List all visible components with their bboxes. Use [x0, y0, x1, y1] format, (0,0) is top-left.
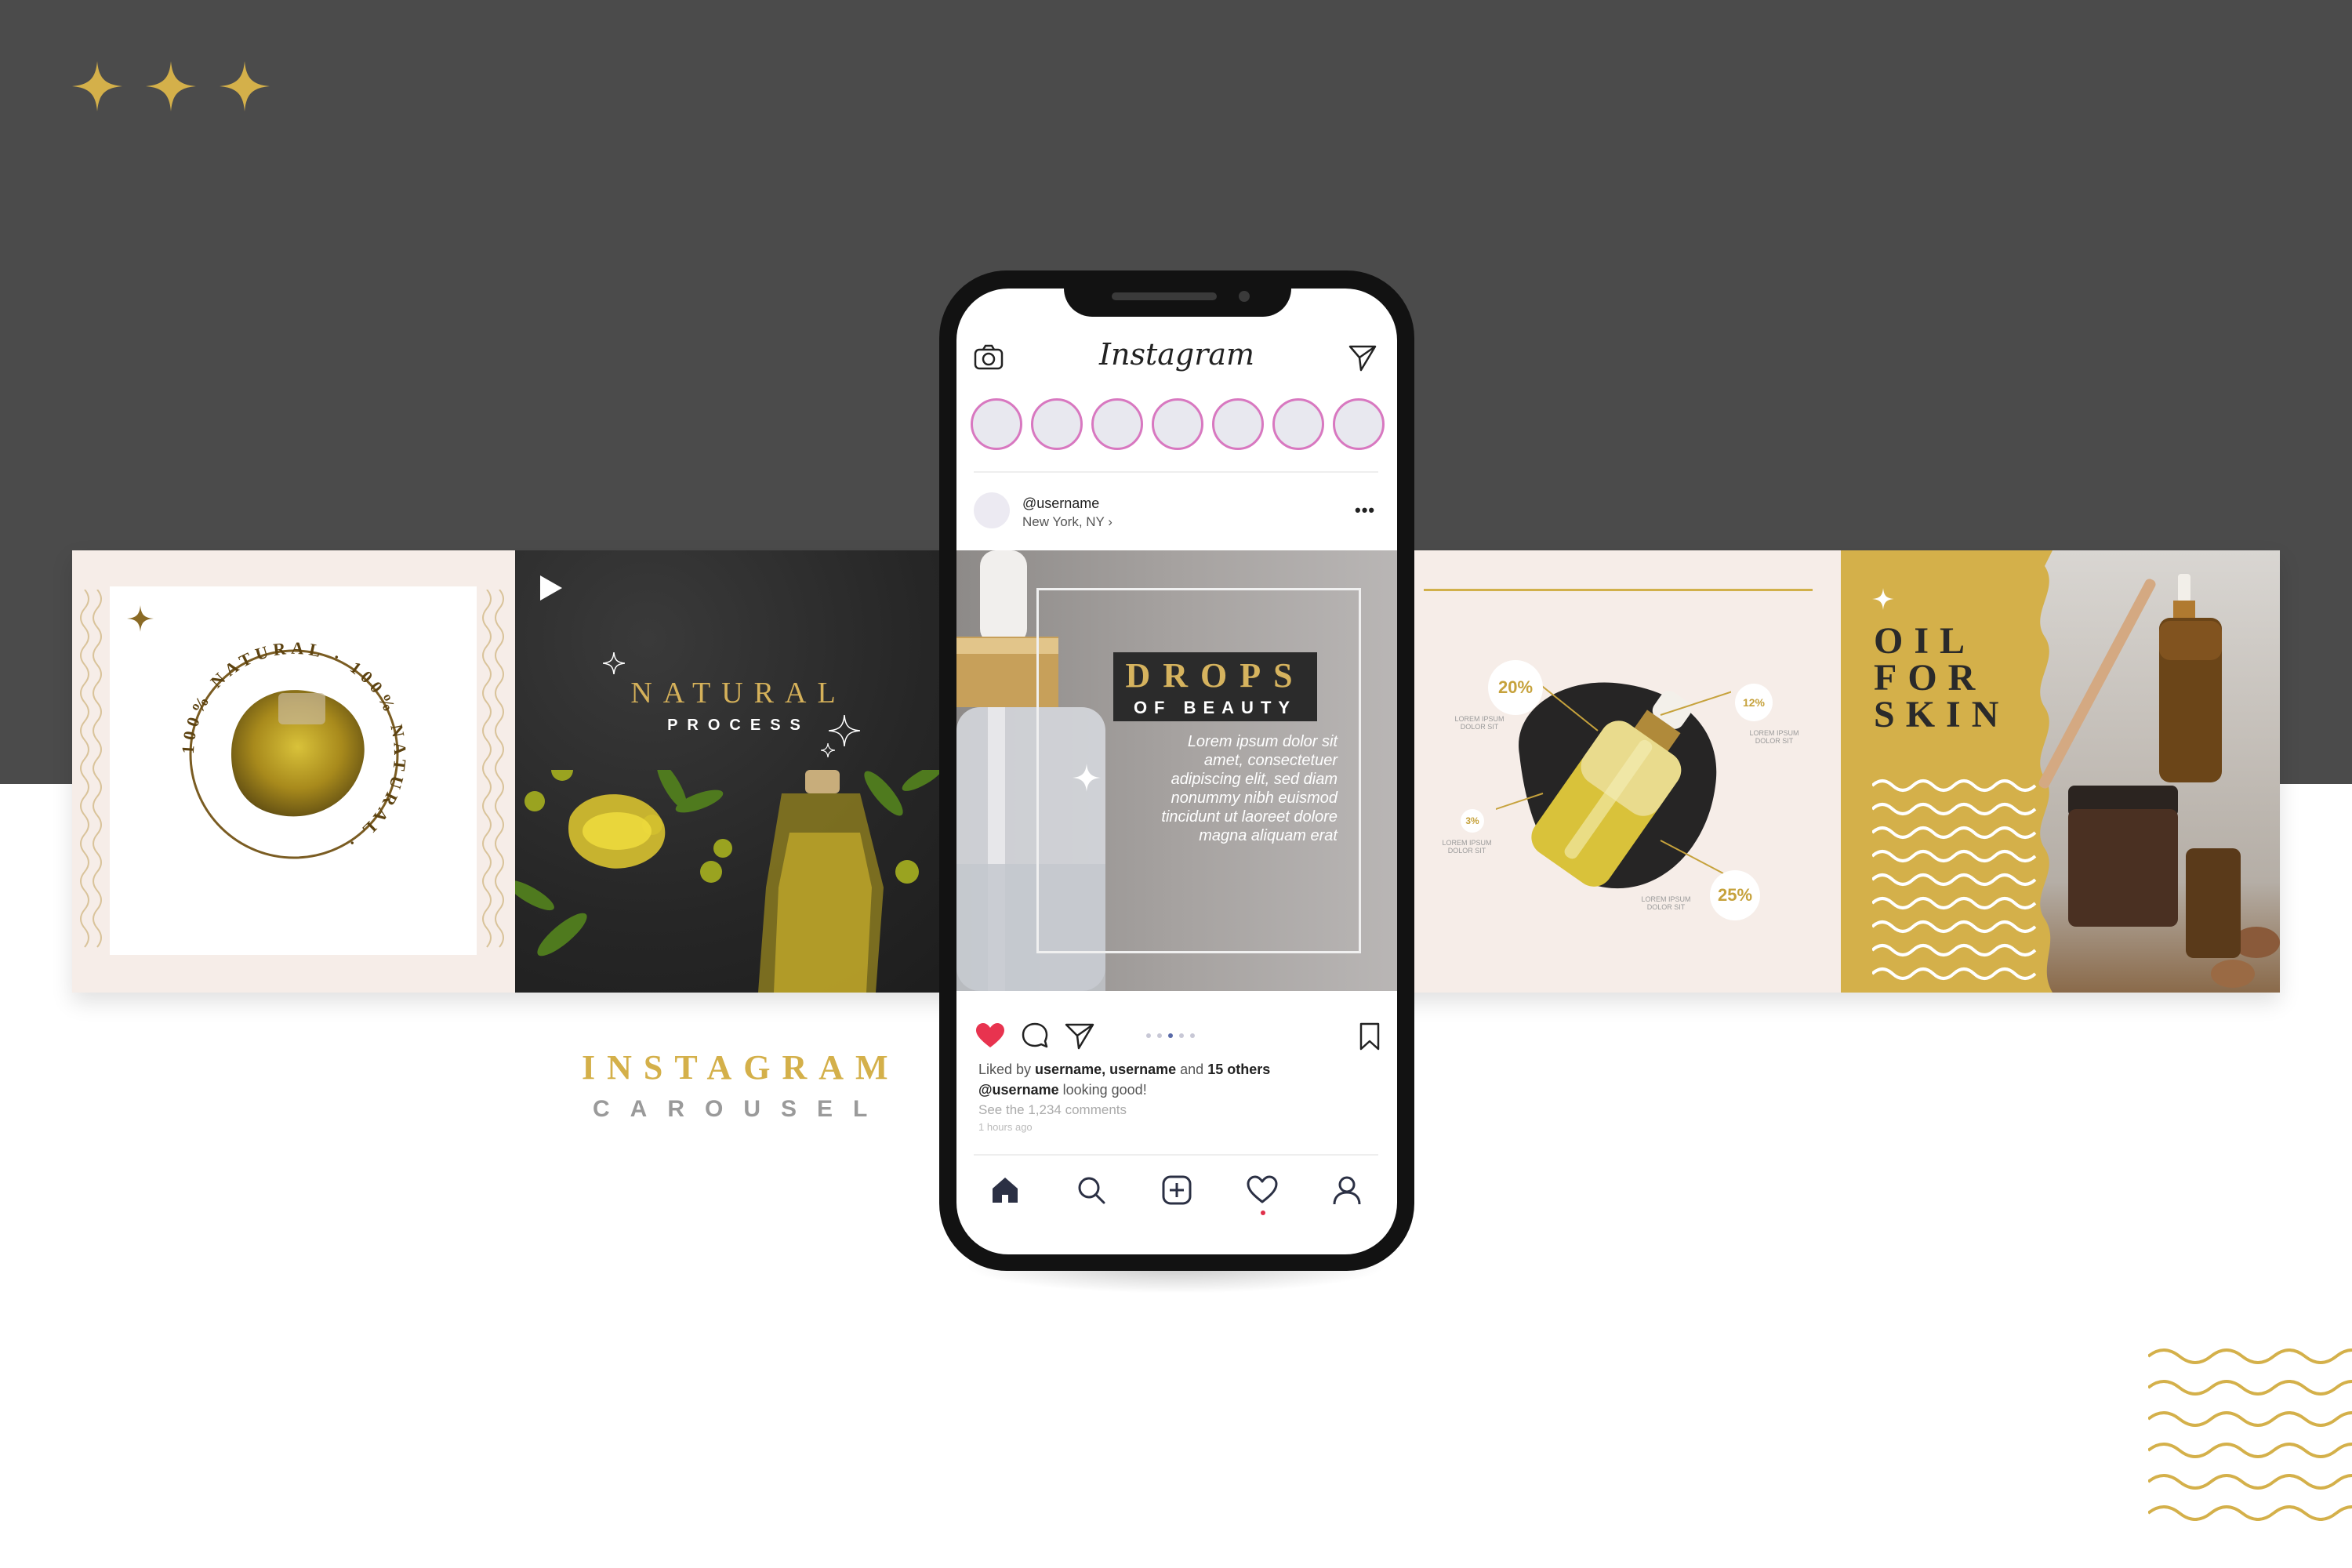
post-timestamp: 1 hours ago: [978, 1121, 1033, 1133]
wave-pattern: [1872, 779, 2037, 980]
play-icon[interactable]: [539, 574, 564, 602]
story-avatar[interactable]: [971, 398, 1022, 450]
likes-and: and: [1176, 1062, 1208, 1077]
post-subtitle: OF BEAUTY: [1133, 698, 1298, 717]
story-avatar[interactable]: [1333, 398, 1385, 450]
divider: [974, 471, 1378, 473]
front-camera: [1239, 291, 1250, 302]
panel-title: OIL FOR SKIN: [1874, 620, 2031, 735]
wavy-border-right: [482, 590, 504, 948]
bookmark-icon[interactable]: [1358, 1022, 1381, 1051]
likes-summary: Liked by username, username and 15 other…: [978, 1062, 1270, 1078]
caption-subtitle: CAROUSEL: [593, 1096, 888, 1122]
carousel-panel-oil-for-skin[interactable]: OIL FOR SKIN: [1841, 550, 2280, 993]
story-avatar[interactable]: [1091, 398, 1143, 450]
story-avatar[interactable]: [1272, 398, 1324, 450]
heart-filled-icon[interactable]: [975, 1022, 1005, 1049]
natural-badge: 100% NATURAL · 100% NATURAL ·: [178, 638, 405, 859]
carousel-panel-stats[interactable]: 20% 12% 3% 25% LOREM IPSUM DOLOR SIT LOR…: [1410, 550, 1841, 993]
phone-screen: Instagram @username New York, NY › ••• D…: [956, 289, 1397, 1254]
stat-caption: LOREM IPSUM DOLOR SIT: [1442, 839, 1492, 855]
sparkle-icon: [603, 652, 625, 674]
post-image[interactable]: DROPS OF BEAUTY Lorem ipsum dolor sit am…: [956, 550, 1397, 991]
story-avatar[interactable]: [1031, 398, 1083, 450]
sparkle-icon: [821, 743, 835, 757]
post-location[interactable]: New York, NY ›: [1022, 514, 1112, 530]
wavy-border-left: [80, 590, 102, 948]
carousel-panel-natural[interactable]: 100% NATURAL · 100% NATURAL ·: [72, 550, 515, 993]
sparkle-icon: [829, 715, 860, 746]
stat-label: 20%: [1488, 660, 1543, 715]
caption-title: INSTAGRAM: [582, 1048, 900, 1087]
panel-subtitle: PROCESS: [667, 717, 810, 734]
profile-icon[interactable]: [1331, 1174, 1363, 1206]
comment-icon[interactable]: [1021, 1022, 1049, 1050]
title-line: OIL: [1874, 620, 1976, 662]
share-icon[interactable]: [1065, 1022, 1094, 1050]
stat-caption: LOREM IPSUM DOLOR SIT: [1749, 729, 1799, 745]
story-avatar[interactable]: [1212, 398, 1264, 450]
direct-message-icon[interactable]: [1348, 343, 1377, 372]
carousel-dot-active[interactable]: [1168, 1033, 1173, 1038]
likes-prefix: Liked by: [978, 1062, 1036, 1077]
sparkle-icon: [1073, 764, 1101, 792]
decorative-waves: [2148, 1348, 2352, 1521]
stat-label: 3%: [1461, 809, 1484, 833]
home-icon[interactable]: [989, 1174, 1021, 1206]
more-options-button[interactable]: •••: [1355, 500, 1375, 521]
liked-users[interactable]: username, username: [1035, 1062, 1176, 1077]
post-body-text: Lorem ipsum dolor sit amet, consectetuer…: [1161, 733, 1338, 844]
star-icon: [220, 61, 270, 111]
star-icon: [72, 61, 122, 111]
carousel-dot[interactable]: [1179, 1033, 1184, 1038]
carousel-panel-process[interactable]: NATURAL PROCESS: [515, 550, 956, 993]
notification-dot: [1261, 1210, 1265, 1215]
sparkle-icon: [127, 605, 154, 632]
stat-label: 25%: [1710, 870, 1760, 920]
add-post-icon[interactable]: [1161, 1174, 1192, 1206]
post-title: DROPS: [1125, 656, 1305, 695]
title-line: FOR: [1874, 657, 1987, 699]
carousel-indicator: [1146, 1033, 1195, 1038]
liked-others[interactable]: 15 others: [1207, 1062, 1270, 1077]
post-username[interactable]: @username: [1022, 495, 1099, 512]
story-avatar[interactable]: [1152, 398, 1203, 450]
sparkle-icon: [1872, 588, 1894, 610]
divider: [974, 1154, 1378, 1156]
carousel-dot[interactable]: [1190, 1033, 1195, 1038]
app-logo: Instagram: [1098, 337, 1255, 372]
search-icon[interactable]: [1076, 1174, 1107, 1206]
caption-comment: @username looking good!: [978, 1082, 1147, 1098]
stories-row: [971, 398, 1385, 450]
comment-text: looking good!: [1058, 1082, 1147, 1098]
comment-username[interactable]: @username: [978, 1082, 1059, 1098]
phone-speaker: [1112, 292, 1217, 300]
title-line: SKIN: [1874, 694, 2010, 735]
panel-title: NATURAL: [630, 677, 847, 710]
star-icon: [146, 61, 196, 111]
activity-heart-icon[interactable]: [1247, 1174, 1278, 1206]
carousel-dot[interactable]: [1146, 1033, 1151, 1038]
olive-oil-photo: [515, 770, 944, 993]
carousel-dot[interactable]: [1157, 1033, 1162, 1038]
skincare-products-photo: [2038, 550, 2280, 993]
decorative-stars: [72, 61, 270, 111]
view-comments-link[interactable]: See the 1,234 comments: [978, 1102, 1127, 1118]
gold-rule: [1424, 589, 1813, 591]
stat-label: 12%: [1735, 684, 1773, 721]
stat-caption: LOREM IPSUM DOLOR SIT: [1641, 895, 1691, 911]
avatar[interactable]: [974, 492, 1010, 528]
stat-caption: LOREM IPSUM DOLOR SIT: [1454, 715, 1504, 731]
